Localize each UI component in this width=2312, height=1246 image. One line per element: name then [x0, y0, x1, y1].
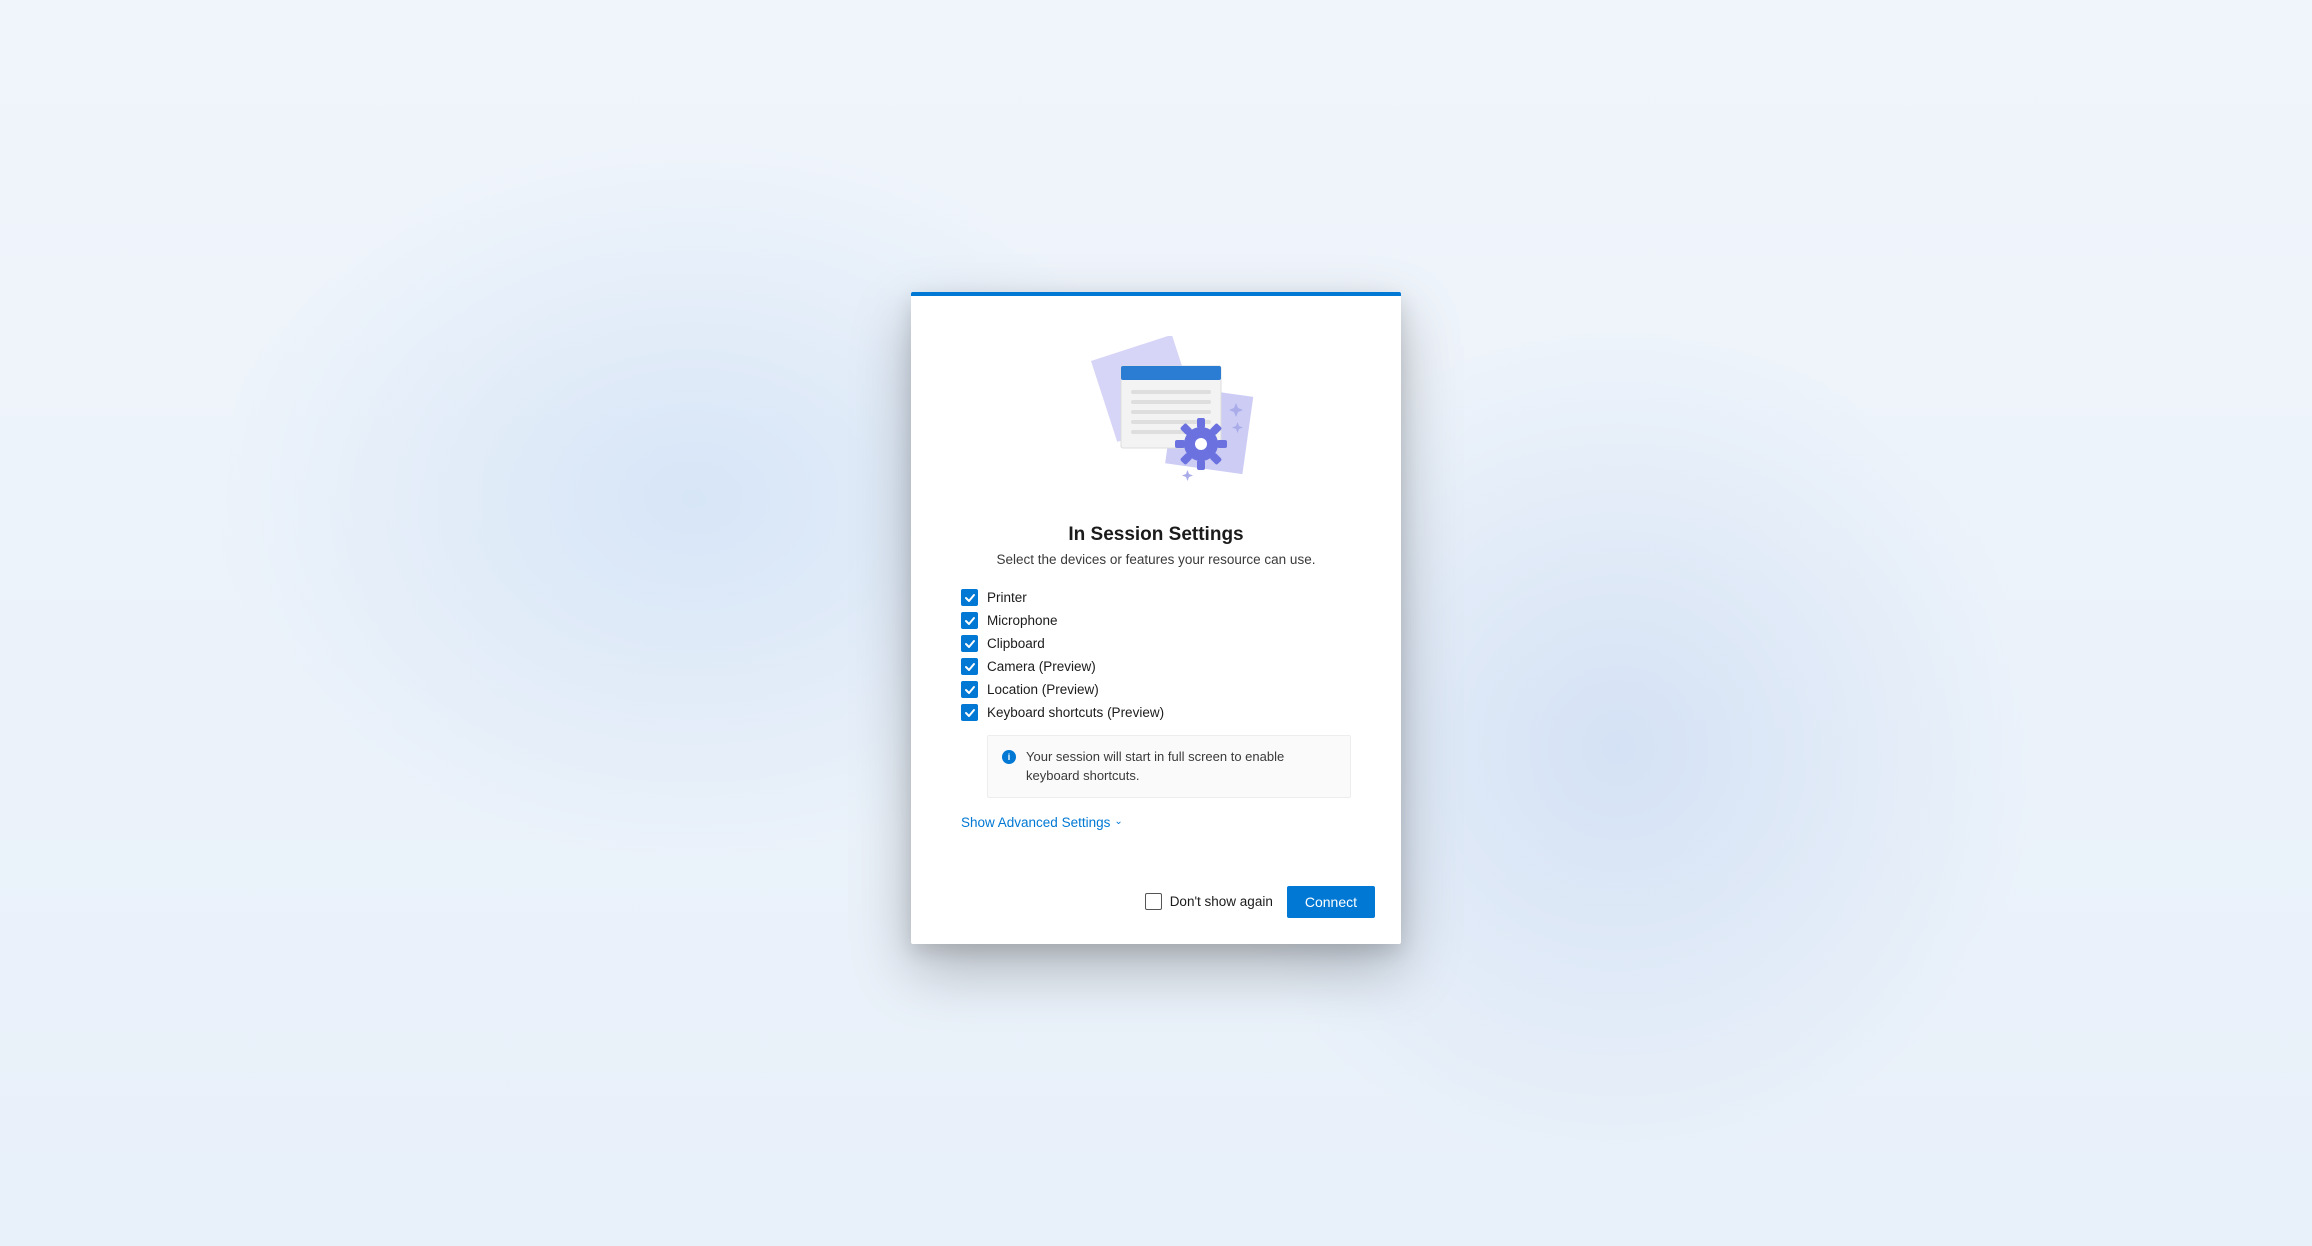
option-label: Keyboard shortcuts (Preview) — [987, 705, 1164, 720]
info-text: Your session will start in full screen t… — [1026, 748, 1336, 784]
info-box: i Your session will start in full screen… — [987, 735, 1351, 797]
option-label: Clipboard — [987, 636, 1045, 651]
option-microphone: Microphone — [961, 612, 1351, 629]
checkbox-camera[interactable] — [961, 658, 978, 675]
option-label: Camera (Preview) — [987, 659, 1096, 674]
option-keyboard-shortcuts: Keyboard shortcuts (Preview) — [961, 704, 1351, 721]
checkbox-location[interactable] — [961, 681, 978, 698]
show-advanced-settings-link[interactable]: Show Advanced Settings ⌄ — [961, 815, 1123, 830]
option-location: Location (Preview) — [961, 681, 1351, 698]
advanced-link-label: Show Advanced Settings — [961, 815, 1110, 830]
checkbox-dont-show-again[interactable] — [1145, 893, 1162, 910]
option-label: Printer — [987, 590, 1027, 605]
dialog-footer: Don't show again Connect — [911, 886, 1401, 944]
option-label: Microphone — [987, 613, 1058, 628]
option-clipboard: Clipboard — [961, 635, 1351, 652]
info-icon: i — [1002, 750, 1016, 764]
dialog-subtitle: Select the devices or features your reso… — [961, 552, 1351, 567]
settings-illustration — [961, 336, 1351, 506]
checkbox-printer[interactable] — [961, 589, 978, 606]
checkbox-clipboard[interactable] — [961, 635, 978, 652]
session-settings-dialog: In Session Settings Select the devices o… — [911, 292, 1401, 943]
checkbox-microphone[interactable] — [961, 612, 978, 629]
option-camera: Camera (Preview) — [961, 658, 1351, 675]
options-list: Printer Microphone Clipboard Camera (Pre… — [961, 589, 1351, 721]
chevron-down-icon: ⌄ — [1114, 817, 1122, 827]
checkbox-keyboard-shortcuts[interactable] — [961, 704, 978, 721]
option-printer: Printer — [961, 589, 1351, 606]
dont-show-label: Don't show again — [1170, 894, 1273, 909]
dont-show-again-option: Don't show again — [1145, 893, 1273, 910]
dialog-title: In Session Settings — [961, 524, 1351, 546]
option-label: Location (Preview) — [987, 682, 1099, 697]
connect-button[interactable]: Connect — [1287, 886, 1375, 918]
